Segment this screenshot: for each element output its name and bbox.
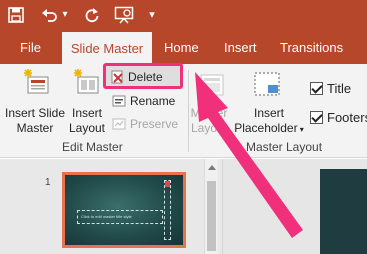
master-slide-thumbnail[interactable]: Click to edit master title style (62, 172, 186, 248)
title-checkbox[interactable]: Title (310, 78, 351, 98)
insert-placeholder-icon (254, 72, 280, 96)
tab-transitions[interactable]: Transitions (272, 31, 351, 64)
insert-layout-label: Insert Layout (68, 106, 106, 135)
delete-button[interactable]: Delete (110, 67, 163, 87)
preserve-button[interactable]: Preserve (112, 114, 178, 134)
tab-slide-master[interactable]: Slide Master (62, 32, 152, 64)
undo-icon[interactable] (40, 5, 60, 25)
slide-number: 1 (45, 177, 51, 188)
pane-divider[interactable] (222, 159, 223, 254)
delete-icon (111, 70, 123, 84)
checkbox-checked-icon (310, 81, 323, 95)
chevron-down-icon: ▾ (297, 125, 304, 134)
insert-layout-icon (74, 69, 99, 94)
scroll-up-icon[interactable] (208, 165, 216, 170)
tab-insert[interactable]: Insert (216, 31, 265, 64)
undo-dropdown-icon[interactable]: ▾ (60, 5, 70, 25)
master-layout-label: Master Layout (190, 106, 228, 135)
rename-label: Rename (130, 94, 176, 108)
checkbox-checked-icon (310, 110, 323, 124)
ribbon-tabs: File Slide Master Home Insert Transition… (0, 31, 367, 64)
thumbnail-scrollbar[interactable] (204, 159, 218, 254)
thumbnail-vertical-placeholder (164, 180, 171, 240)
thumbnail-title-placeholder: Click to edit master title style (77, 210, 163, 224)
rename-icon (112, 95, 126, 107)
footers-checkbox[interactable]: Footers (310, 107, 367, 127)
preserve-icon (112, 118, 126, 130)
preserve-label: Preserve (130, 117, 179, 131)
customize-qat-icon[interactable]: ▾ (146, 5, 158, 25)
present-from-beginning-icon[interactable] (113, 5, 135, 25)
insert-placeholder-label: Insert Placeholder ▾ (234, 106, 304, 135)
workspace: 1 Click to edit master title style (0, 159, 367, 254)
group-label-master-layout: Master Layout (246, 140, 323, 154)
ribbon-body: Insert Slide Master Insert Layout Delete… (0, 63, 367, 158)
save-icon[interactable] (6, 5, 26, 25)
delete-label: Delete (128, 70, 163, 84)
redo-icon[interactable] (82, 5, 102, 25)
tab-home[interactable]: Home (156, 31, 207, 64)
thumbnail-pane: 1 Click to edit master title style (0, 159, 222, 254)
scroll-thumb[interactable] (207, 181, 216, 251)
rename-button[interactable]: Rename (112, 91, 175, 111)
group-label-edit-master: Edit Master (62, 140, 123, 154)
insert-slide-master-label: Insert Slide Master (4, 106, 66, 135)
master-layout-icon (200, 74, 224, 96)
title-bar: ▾ ▾ (0, 0, 367, 31)
slide-canvas[interactable] (320, 169, 367, 254)
insert-slide-master-icon (24, 69, 49, 94)
tab-file[interactable]: File (12, 31, 49, 64)
